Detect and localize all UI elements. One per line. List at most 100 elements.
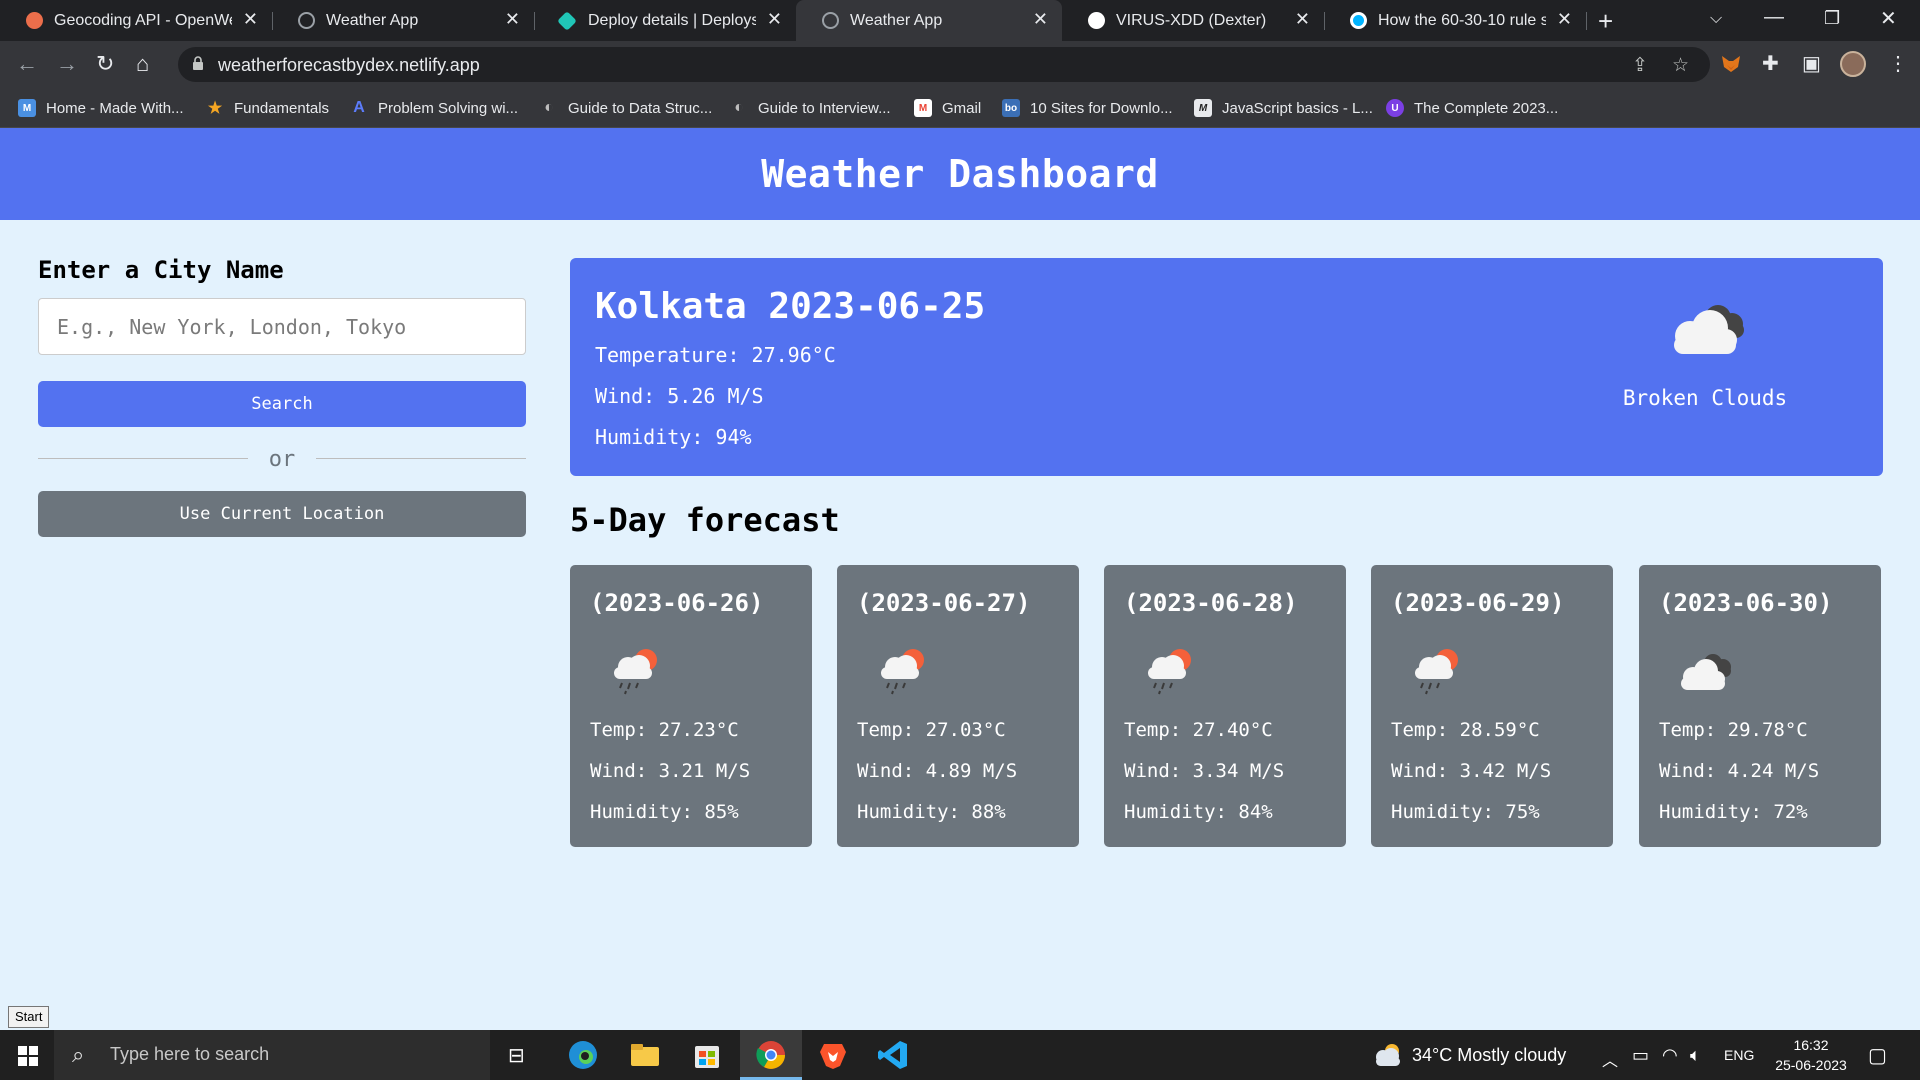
tab-github[interactable]: VIRUS-XDD (Dexter) ✕ [1062,0,1324,41]
forecast-card: (2023-06-28) Temp: 27.40°C Wind: 3.34 M/… [1104,565,1346,847]
metamask-fox-icon[interactable] [1720,53,1742,75]
back-arrow-icon[interactable]: ← [16,51,38,77]
bo-icon: bo [1002,99,1020,117]
address-bar[interactable]: weatherforecastbydex.netlify.app ⇪ ☆ [178,47,1710,82]
bookmark-fundamentals[interactable]: ★ Fundamentals [206,97,329,119]
side-panel-icon[interactable]: ▣ [1802,51,1821,76]
forward-arrow-icon[interactable]: → [56,51,78,77]
bookmark-label: 10 Sites for Downlo... [1030,99,1173,117]
rain-sun-cloud-icon [614,649,657,695]
bookmark-label: Fundamentals [234,99,330,117]
vscode-icon[interactable] [876,1038,910,1072]
tab-title: Deploy details | Deploys | w [588,12,756,29]
bookmark-star-icon[interactable]: ☆ [1672,54,1689,77]
chrome-icon[interactable] [754,1038,788,1072]
bookmark-guide-data-struc[interactable]: ◐ Guide to Data Struc... [540,97,712,119]
mdn-icon: M [1194,99,1212,117]
notifications-icon[interactable]: ▢ [1868,1043,1887,1068]
tab-deploy-details[interactable]: Deploy details | Deploys | w ✕ [534,0,796,41]
reload-icon[interactable]: ↻ [96,51,114,77]
tab-weather-app-active[interactable]: Weather App ✕ [796,0,1062,41]
globe-icon [298,12,315,29]
bookmark-javascript-basics[interactable]: M JavaScript basics - L... [1194,97,1373,119]
brave-icon[interactable] [816,1038,850,1072]
current-humidity: Humidity: 94% [595,425,752,449]
rain-sun-cloud-icon [881,649,924,695]
city-heading: Enter a City Name [38,256,284,284]
volume-icon[interactable]: 🔈︎ [1690,1045,1701,1066]
city-input[interactable] [38,298,526,355]
chevron-up-icon[interactable]: ︿ [1602,1047,1618,1071]
close-icon[interactable]: ✕ [243,9,258,30]
forecast-humidity: Humidity: 75% [1391,801,1540,823]
close-icon[interactable]: ✕ [505,9,520,30]
weather-cloud-icon [1376,1044,1400,1066]
forecast-temp: Temp: 29.78°C [1659,719,1808,741]
current-weather-card: Kolkata 2023-06-25 Temperature: 27.96°C … [570,258,1883,476]
tab-weather-app-1[interactable]: Weather App ✕ [272,0,534,41]
home-icon[interactable]: ⌂ [136,51,149,77]
bookmark-home-made-with[interactable]: M Home - Made With... [18,97,184,119]
bookmark-label: Gmail [942,99,982,117]
bookmark-problem-solving[interactable]: A Problem Solving wi... [350,97,518,119]
tab-geocoding[interactable]: Geocoding API - OpenWeat ✕ [0,0,272,41]
restore-button[interactable]: ❐ [1824,8,1840,29]
new-tab-button[interactable]: + [1598,6,1613,37]
profile-avatar[interactable] [1840,51,1866,77]
close-icon[interactable]: ✕ [1295,9,1310,30]
city-search-panel: Enter a City Name Search or Use Current … [38,256,526,537]
extensions-puzzle-icon[interactable]: ✚ [1762,51,1779,76]
taskbar-weather-text[interactable]: 34°C Mostly cloudy [1412,1045,1566,1066]
bookmark-gmail[interactable]: M Gmail [914,97,981,119]
bookmark-label: Guide to Interview... [758,99,891,117]
taskbar-search-placeholder: Type here to search [110,1044,270,1064]
problem-solving-icon: A [353,99,365,116]
search-button[interactable]: Search [38,381,526,427]
globe-icon: ◐ [734,99,744,116]
tab-60-30-10[interactable]: How the 60-30-10 rule save ✕ [1324,0,1586,41]
forecast-card: (2023-06-26) Temp: 27.23°C Wind: 3.21 M/… [570,565,812,847]
search-icon: ⌕ [72,1042,85,1067]
more-menu-icon[interactable]: ⋮ [1888,51,1908,76]
broken-clouds-icon [1674,305,1744,354]
clock-time: 16:32 [1793,1037,1829,1053]
close-icon[interactable]: ✕ [1557,9,1572,30]
share-icon[interactable]: ⇪ [1632,54,1648,77]
windows-start-icon[interactable] [18,1046,38,1066]
taskbar-clock[interactable]: 16:32 25-06-2023 [1766,1035,1856,1075]
close-icon[interactable]: ✕ [767,9,782,30]
browser-tab-bar: Geocoding API - OpenWeat ✕ Weather App ✕… [0,0,1920,41]
forecast-wind: Wind: 3.42 M/S [1391,760,1552,782]
close-window-button[interactable]: ✕ [1880,6,1897,31]
bookmark-10-sites[interactable]: bo 10 Sites for Downlo... [1002,97,1173,119]
task-view-icon[interactable]: ⊟ [508,1043,525,1068]
forecast-temp: Temp: 27.23°C [590,719,739,741]
language-indicator[interactable]: ENG [1724,1047,1754,1063]
github-icon [1088,12,1105,29]
lock-icon [193,56,203,70]
file-explorer-icon[interactable] [628,1038,662,1072]
battery-icon[interactable]: ▭ [1632,1045,1649,1066]
close-icon[interactable]: ✕ [1033,9,1048,30]
wifi-icon[interactable]: ◠ [1662,1045,1678,1066]
forecast-date: (2023-06-30) [1659,589,1833,617]
bookmark-guide-interview[interactable]: ◐ Guide to Interview... [730,97,891,119]
microsoft-store-icon[interactable] [690,1038,724,1072]
edge-icon[interactable] [566,1038,600,1072]
tab-search-chevron-icon[interactable]: ⌵ [1710,10,1722,28]
weather-page: Weather Dashboard Enter a City Name Sear… [0,128,1920,1030]
forecast-humidity: Humidity: 85% [590,801,739,823]
use-current-location-button[interactable]: Use Current Location [38,491,526,537]
minimize-button[interactable]: — [1764,6,1784,29]
url-text: weatherforecastbydex.netlify.app [218,55,480,75]
forecast-temp: Temp: 27.40°C [1124,719,1273,741]
start-tooltip: Start [8,1006,50,1028]
bookmark-label: Guide to Data Struc... [568,99,713,117]
forecast-wind: Wind: 3.34 M/S [1124,760,1285,782]
bookmark-complete-2023[interactable]: U The Complete 2023... [1386,97,1558,119]
fundamentals-icon: ★ [207,100,223,117]
taskbar-search-box[interactable]: ⌕ Type here to search [54,1030,490,1080]
forecast-card: (2023-06-30) Temp: 29.78°C Wind: 4.24 M/… [1639,565,1881,847]
forecast-temp: Temp: 27.03°C [857,719,1006,741]
separator-text: or [256,446,308,472]
